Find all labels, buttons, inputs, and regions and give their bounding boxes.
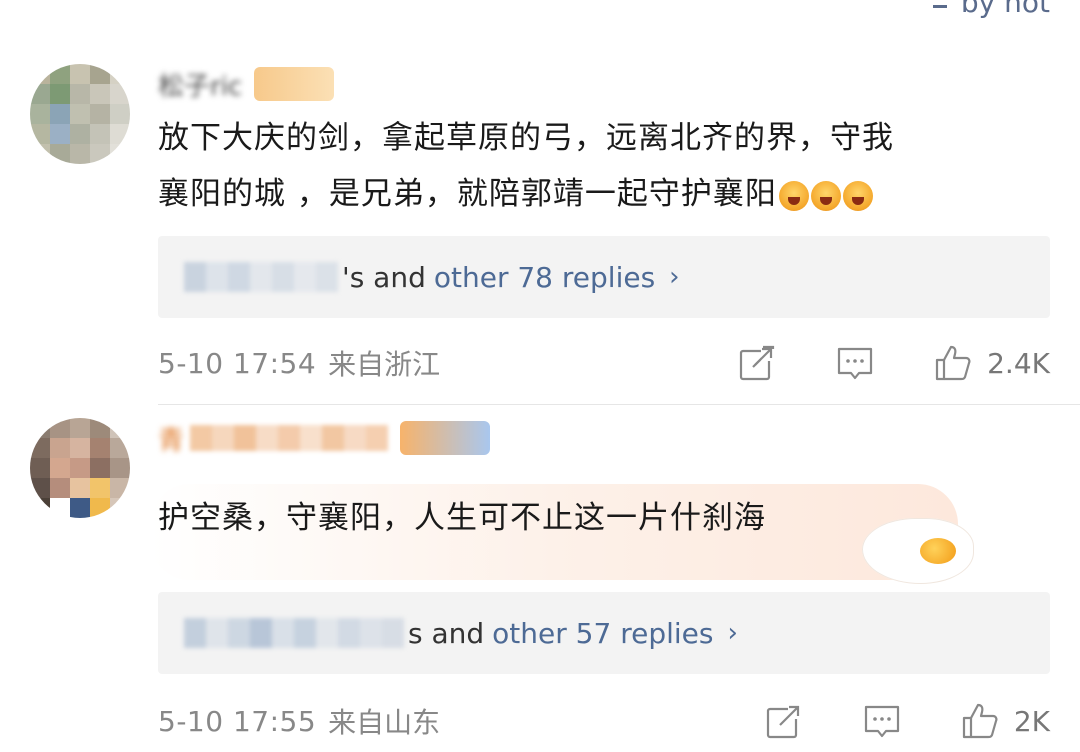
share-icon[interactable] (737, 343, 778, 383)
sort-label: by hot (960, 0, 1050, 19)
replies-link[interactable]: other 78 replies (434, 261, 655, 294)
comment-text-line: 襄阳的城 ，是兄弟，就陪郭靖一起守护襄阳 (158, 176, 777, 212)
timestamp: 5-10 17:54 (158, 346, 317, 380)
angry-emoji-icon (810, 180, 841, 211)
avatar[interactable] (30, 64, 130, 164)
egg-sticker-icon (862, 518, 974, 584)
chevron-right-icon: › (669, 262, 680, 292)
angry-emoji-icon (842, 180, 873, 211)
like-icon[interactable] (933, 343, 973, 383)
like-count: 2K (1013, 704, 1050, 738)
comment-text-line: 放下大庆的剑，拿起草原的弓，远离北齐的界，守我 (158, 120, 894, 156)
username[interactable]: 青 (158, 418, 491, 458)
comment-meta: 5-10 17:55 来自山东 2K (158, 696, 1050, 746)
comment-text: 放下大庆的剑，拿起草原的弓，远离北齐的界，守我 襄阳的城 ，是兄弟，就陪郭靖一起… (158, 110, 1038, 222)
share-icon[interactable] (764, 701, 804, 741)
comment-icon[interactable] (835, 343, 875, 383)
user-badge (400, 421, 491, 455)
like-icon[interactable] (960, 701, 1000, 741)
divider (158, 404, 1080, 405)
comment-icon[interactable] (862, 701, 902, 741)
replies-preview[interactable]: 's and other 78 replies › (158, 236, 1050, 318)
like-count: 2.4K (987, 346, 1050, 380)
replies-link[interactable]: other 57 replies (492, 617, 713, 650)
sort-toggle[interactable]: by hot (932, 0, 1050, 19)
user-badge (254, 67, 335, 101)
reply-username (184, 262, 338, 292)
reply-username (184, 618, 404, 648)
replies-suffix: s and (408, 616, 485, 650)
sort-icon (932, 0, 953, 8)
username[interactable]: 松子ric (158, 64, 335, 104)
comment-meta: 5-10 17:54 来自浙江 2.4K (158, 338, 1050, 388)
timestamp: 5-10 17:55 (158, 704, 317, 738)
chevron-right-icon: › (727, 618, 738, 648)
location: 来自山东 (328, 706, 441, 739)
angry-emoji-icon (778, 180, 809, 211)
replies-suffix: 's and (342, 260, 426, 294)
replies-preview[interactable]: s and other 57 replies › (158, 592, 1050, 674)
location: 来自浙江 (328, 348, 441, 381)
avatar[interactable] (30, 418, 130, 518)
